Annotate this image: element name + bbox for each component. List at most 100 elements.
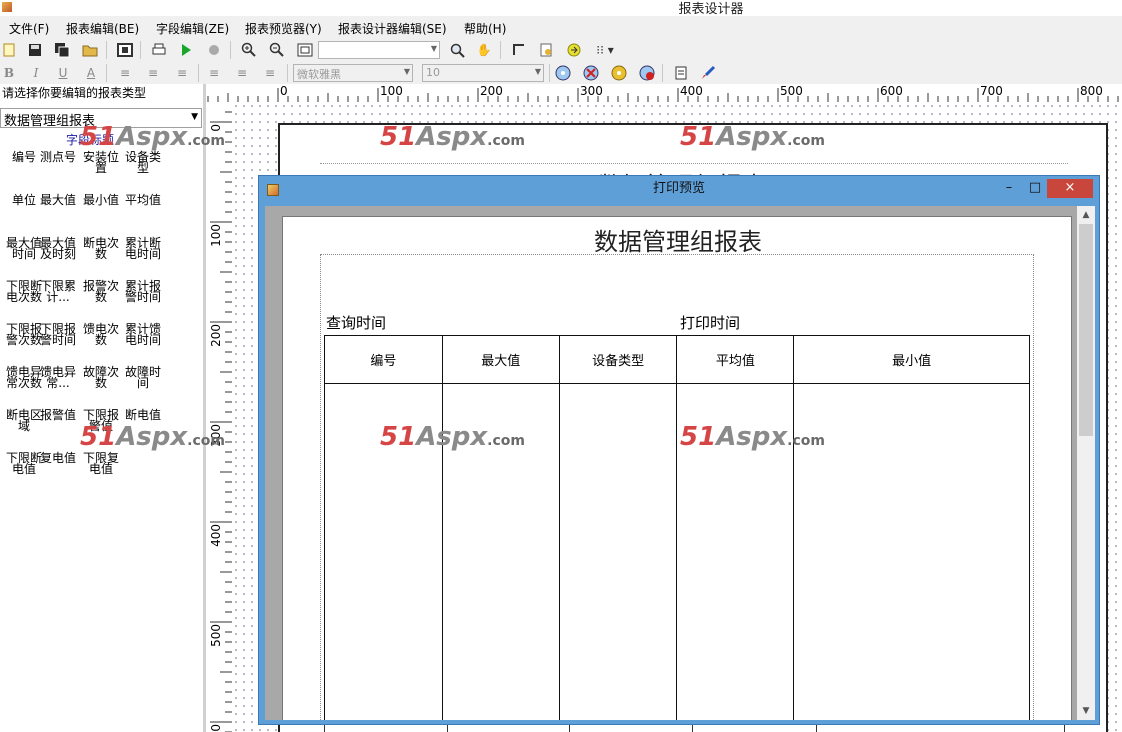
zoom-out-icon[interactable] (268, 41, 286, 59)
report-type-prompt: 请选择你要编辑的报表类型 (2, 86, 147, 100)
paint-brush-icon[interactable] (699, 64, 717, 82)
field-item[interactable]: 设备类型 (122, 151, 164, 174)
field-item[interactable]: 故障时间 (122, 366, 164, 389)
query-time-label: 查询时间 (326, 314, 387, 332)
menu-report-edit[interactable]: 报表编辑(BE) (66, 20, 139, 37)
save-icon[interactable] (26, 41, 44, 59)
menu-bar: 文件(F) 报表编辑(BE) 字段编辑(ZE) 报表预览器(Y) 报表设计器编辑… (0, 16, 1122, 38)
field-item[interactable]: 最大值 (37, 194, 79, 206)
field-item[interactable]: 报警值 (37, 409, 79, 421)
field-item[interactable]: 最小值 (80, 194, 122, 206)
field-item[interactable]: 报警次数 (80, 280, 122, 303)
zoom-combo[interactable]: ▼ (318, 41, 440, 59)
ruler-label: 700 (980, 84, 1003, 98)
watermark-logo: 51Aspx.com (80, 422, 225, 452)
ruler-label: 300 (580, 84, 603, 98)
field-item[interactable]: 馈电次数 (80, 323, 122, 346)
field-item[interactable]: 平均值 (122, 194, 164, 206)
preview-table: 编号 最大值 设备类型 平均值 最小值 (324, 335, 1030, 720)
disc-delete-icon[interactable] (582, 64, 600, 82)
stop-icon[interactable] (205, 41, 223, 59)
app-window: 报表设计器 文件(F) 报表编辑(BE) 字段编辑(ZE) 报表预览器(Y) 报… (0, 0, 1122, 732)
valign-middle-icon[interactable]: ≡ (233, 64, 251, 82)
run-icon[interactable] (177, 41, 195, 59)
column-header: 设备类型 (558, 335, 678, 384)
close-button[interactable]: × (1047, 179, 1093, 198)
chevron-down-icon: ▼ (534, 67, 541, 76)
document-icon[interactable] (672, 64, 690, 82)
scroll-thumb[interactable] (1079, 224, 1093, 436)
field-item[interactable]: 下限累计... (37, 280, 79, 303)
font-name-combo[interactable]: 微软雅黑 ▼ (293, 64, 413, 82)
italic-button[interactable]: I (27, 64, 45, 82)
valign-bottom-icon[interactable]: ≡ (261, 64, 279, 82)
watermark-logo: 51Aspx.com (680, 122, 825, 152)
dialog-title: 打印预览 (652, 181, 705, 196)
field-item[interactable]: 断电次数 (80, 237, 122, 260)
field-item[interactable]: 最大值及时刻 (37, 237, 79, 260)
column-header: 平均值 (676, 335, 795, 384)
grid-icon[interactable]: ⁝⁝ ▾ (592, 41, 618, 59)
disc-blue-icon[interactable] (554, 64, 572, 82)
column-header: 编号 (324, 335, 443, 384)
save-all-icon[interactable] (53, 41, 71, 59)
font-color-button[interactable]: A (82, 64, 100, 82)
watermark-logo: 51Aspx.com (80, 122, 225, 152)
ruler-label: 500 (780, 84, 803, 98)
vertical-scrollbar[interactable]: ▲ ▼ (1077, 206, 1095, 720)
find-icon[interactable] (448, 41, 466, 59)
chevron-down-icon: ▼ (403, 67, 410, 76)
field-item[interactable]: 馈电异常... (37, 366, 79, 389)
ruler-label: 800 (1080, 84, 1103, 98)
hand-pan-icon[interactable]: ✋ (475, 41, 493, 59)
ruler-label: 0 (280, 84, 288, 98)
field-item[interactable]: 下限报警时间 (37, 323, 79, 346)
align-center-icon[interactable]: ≡ (144, 64, 162, 82)
disc-gold-icon[interactable] (610, 64, 628, 82)
ruler-label: 400 (209, 524, 223, 547)
field-item[interactable]: 故障次数 (80, 366, 122, 389)
menu-help[interactable]: 帮助(H) (464, 20, 506, 37)
bold-button[interactable]: B (0, 64, 18, 82)
preview-page: 数据管理组报表 查询时间 打印时间 编号 最大值 设备类型 平均值 最小值 (282, 216, 1072, 720)
minimize-button[interactable]: – (999, 179, 1019, 198)
field-item[interactable]: 安装位置 (80, 151, 122, 174)
ruler-icon[interactable] (510, 41, 528, 59)
watermark-logo: 51Aspx.com (380, 422, 525, 452)
underline-button[interactable]: U (54, 64, 72, 82)
ruler-label: 100 (209, 224, 223, 247)
open-folder-icon[interactable] (81, 41, 99, 59)
ruler-label: 100 (380, 84, 403, 98)
watermark-logo: 51Aspx.com (680, 422, 825, 452)
field-item[interactable]: 复电值 (37, 452, 79, 464)
field-item[interactable]: 断电值 (122, 409, 164, 421)
menu-field-edit[interactable]: 字段编辑(ZE) (156, 20, 229, 37)
field-item[interactable]: 累计馈电时间 (122, 323, 164, 346)
new-icon[interactable] (0, 41, 18, 59)
next-icon[interactable] (565, 41, 583, 59)
fit-page-icon[interactable] (296, 41, 314, 59)
font-size-combo[interactable]: 10 ▼ (422, 64, 544, 82)
menu-designer-edit[interactable]: 报表设计器编辑(SE) (338, 20, 447, 37)
print-icon[interactable] (150, 41, 168, 59)
scroll-down-icon[interactable]: ▼ (1077, 703, 1095, 719)
menu-file[interactable]: 文件(F) (9, 20, 49, 37)
scroll-up-icon[interactable]: ▲ (1077, 207, 1095, 223)
valign-top-icon[interactable]: ≡ (205, 64, 223, 82)
field-item[interactable]: 累计断电时间 (122, 237, 164, 260)
ruler-label: 200 (209, 324, 223, 347)
properties-icon[interactable] (537, 41, 555, 59)
ruler-label: 600 (880, 84, 903, 98)
page-setup-icon[interactable] (116, 41, 134, 59)
zoom-in-icon[interactable] (240, 41, 258, 59)
title-bar: 报表设计器 (0, 0, 1122, 17)
menu-report-preview[interactable]: 报表预览器(Y) (245, 20, 322, 37)
maximize-button[interactable]: □ (1025, 179, 1045, 198)
align-left-icon[interactable]: ≡ (116, 64, 134, 82)
field-item[interactable]: 累计报警时间 (122, 280, 164, 303)
align-right-icon[interactable]: ≡ (173, 64, 191, 82)
disc-red-icon[interactable] (638, 64, 656, 82)
field-item[interactable]: 下限复电值 (80, 452, 122, 475)
field-item[interactable]: 测点号 (37, 151, 79, 163)
ruler-label: 500 (209, 624, 223, 647)
